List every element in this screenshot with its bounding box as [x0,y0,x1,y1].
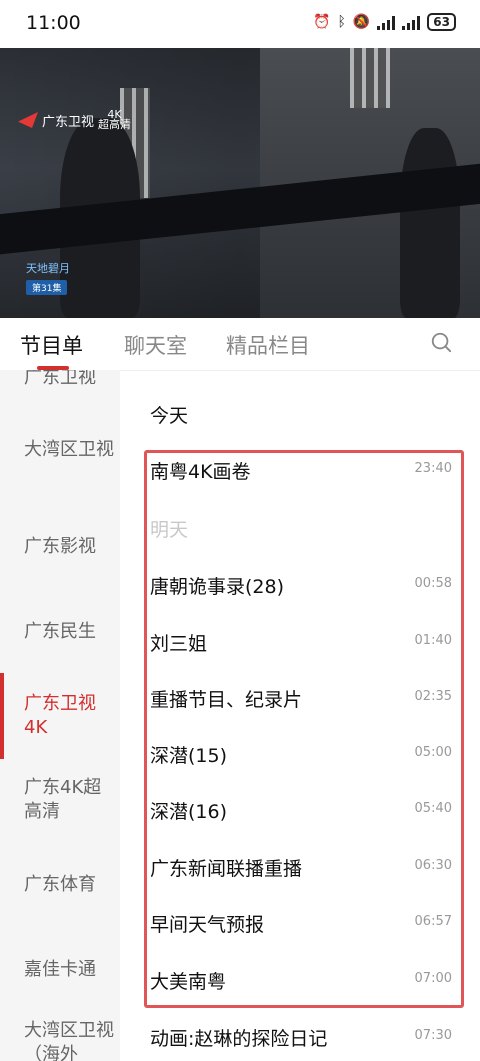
sidebar-item-gd4k[interactable]: 广东4K超高清 [24,776,114,824]
sidebar-item-dwq-overseas[interactable]: 大湾区卫视（海外 [24,1019,114,1061]
program-item[interactable]: 动画:赵琳的探险日记 07:30 [150,1024,452,1054]
alarm-icon: ⏰ [313,14,331,30]
tab-schedule[interactable]: 节目单 [20,330,83,360]
sidebar-item-gdws[interactable]: 广东卫视 [24,370,114,390]
status-bar: 11:00 ⏰ ᛒ 🔕 63 [0,0,480,48]
sidebar-item-gdws-4k[interactable]: 广东卫视4K [24,692,114,740]
program-time: 07:30 [414,1028,452,1043]
day-label-today: 今天 [150,405,189,427]
tab-bar: 节目单 聊天室 精品栏目 [0,318,480,371]
video-scene-figure [400,128,460,318]
sidebar-item-jjkt[interactable]: 嘉佳卡通 [24,958,114,982]
sidebar-item-gdty[interactable]: 广东体育 [24,873,114,897]
video-scene-window [350,48,390,108]
status-icons: ⏰ ᛒ 🔕 63 [313,13,456,31]
tab-chat[interactable]: 聊天室 [124,330,187,360]
signal-icon [377,15,396,30]
episode-badge: 天地碧月 第31集 [26,262,70,295]
channel-logo: 广东卫视 4K 超高清 [18,109,131,130]
program-title: 动画:赵琳的探险日记 [150,1028,328,1050]
sidebar-item-dwq[interactable]: 大湾区卫视 [24,438,114,462]
battery-icon: 63 [427,13,456,31]
bluetooth-icon: ᛒ [337,14,346,30]
mute-icon: 🔕 [352,14,371,30]
sidebar-active-indicator [0,673,4,759]
sidebar-item-gdys[interactable]: 广东影视 [24,535,114,559]
video-player[interactable]: 广东卫视 4K 超高清 天地碧月 第31集 [0,48,480,318]
signal-2-icon [402,15,421,30]
sidebar-item-gdms[interactable]: 广东民生 [24,620,114,644]
channel-logo-mark-icon [18,112,38,128]
channel-sidebar: 广东卫视 大湾区卫视 广东影视 广东民生 广东卫视4K 广东4K超高清 广东体育… [0,370,120,1061]
search-icon[interactable] [430,331,452,353]
tab-featured[interactable]: 精品栏目 [226,330,310,360]
status-time: 11:00 [26,12,81,34]
selection-highlight-box [144,450,464,1008]
